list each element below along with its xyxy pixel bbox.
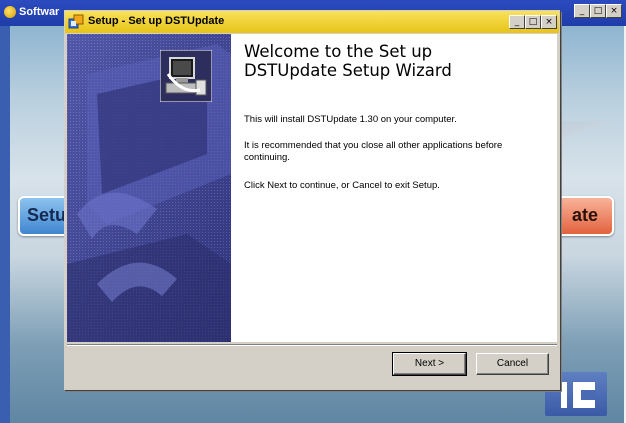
setup-app-icon xyxy=(68,14,84,29)
next-button[interactable]: Next > xyxy=(392,352,467,376)
wizard-computer-icon xyxy=(160,50,212,102)
logo-bar xyxy=(561,382,567,408)
install-text: This will install DSTUpdate 1.30 on your… xyxy=(244,114,457,125)
background-window-controls: _ □ × xyxy=(574,4,622,18)
instructions-text: Click Next to continue, or Cancel to exi… xyxy=(244,180,440,191)
logo-notch xyxy=(581,390,595,400)
button-divider xyxy=(67,344,557,346)
background-update-button-label: ate xyxy=(571,205,598,225)
close-button[interactable]: × xyxy=(606,4,622,18)
background-left-strip xyxy=(0,26,10,423)
minimize-button[interactable]: _ xyxy=(574,4,590,18)
dialog-close-button[interactable]: × xyxy=(541,15,557,29)
background-window-title: Softwar xyxy=(19,6,60,18)
wizard-text-area: Welcome to the Set up DSTUpdate Setup Wi… xyxy=(244,42,544,191)
background-setup-button-label: Setu xyxy=(27,205,67,225)
dialog-window-controls: _ □ × xyxy=(509,15,557,29)
cancel-button[interactable]: Cancel xyxy=(476,353,549,375)
maximize-button[interactable]: □ xyxy=(590,4,606,18)
dialog-body: Welcome to the Set up DSTUpdate Setup Wi… xyxy=(67,34,557,342)
setup-dialog: Setup - Set up DSTUpdate _ □ × Welcome t… xyxy=(64,10,560,390)
dialog-title: Setup - Set up DSTUpdate xyxy=(88,15,225,27)
recommend-text: It is recommended that you close all oth… xyxy=(244,140,503,163)
dialog-maximize-button[interactable]: □ xyxy=(525,15,541,29)
wizard-side-panel xyxy=(67,34,231,342)
dialog-minimize-button[interactable]: _ xyxy=(509,15,525,29)
software-app-icon xyxy=(4,6,16,18)
dialog-titlebar[interactable]: Setup - Set up DSTUpdate _ □ × xyxy=(65,11,559,33)
wizard-heading: Welcome to the Set up DSTUpdate Setup Wi… xyxy=(244,42,452,80)
